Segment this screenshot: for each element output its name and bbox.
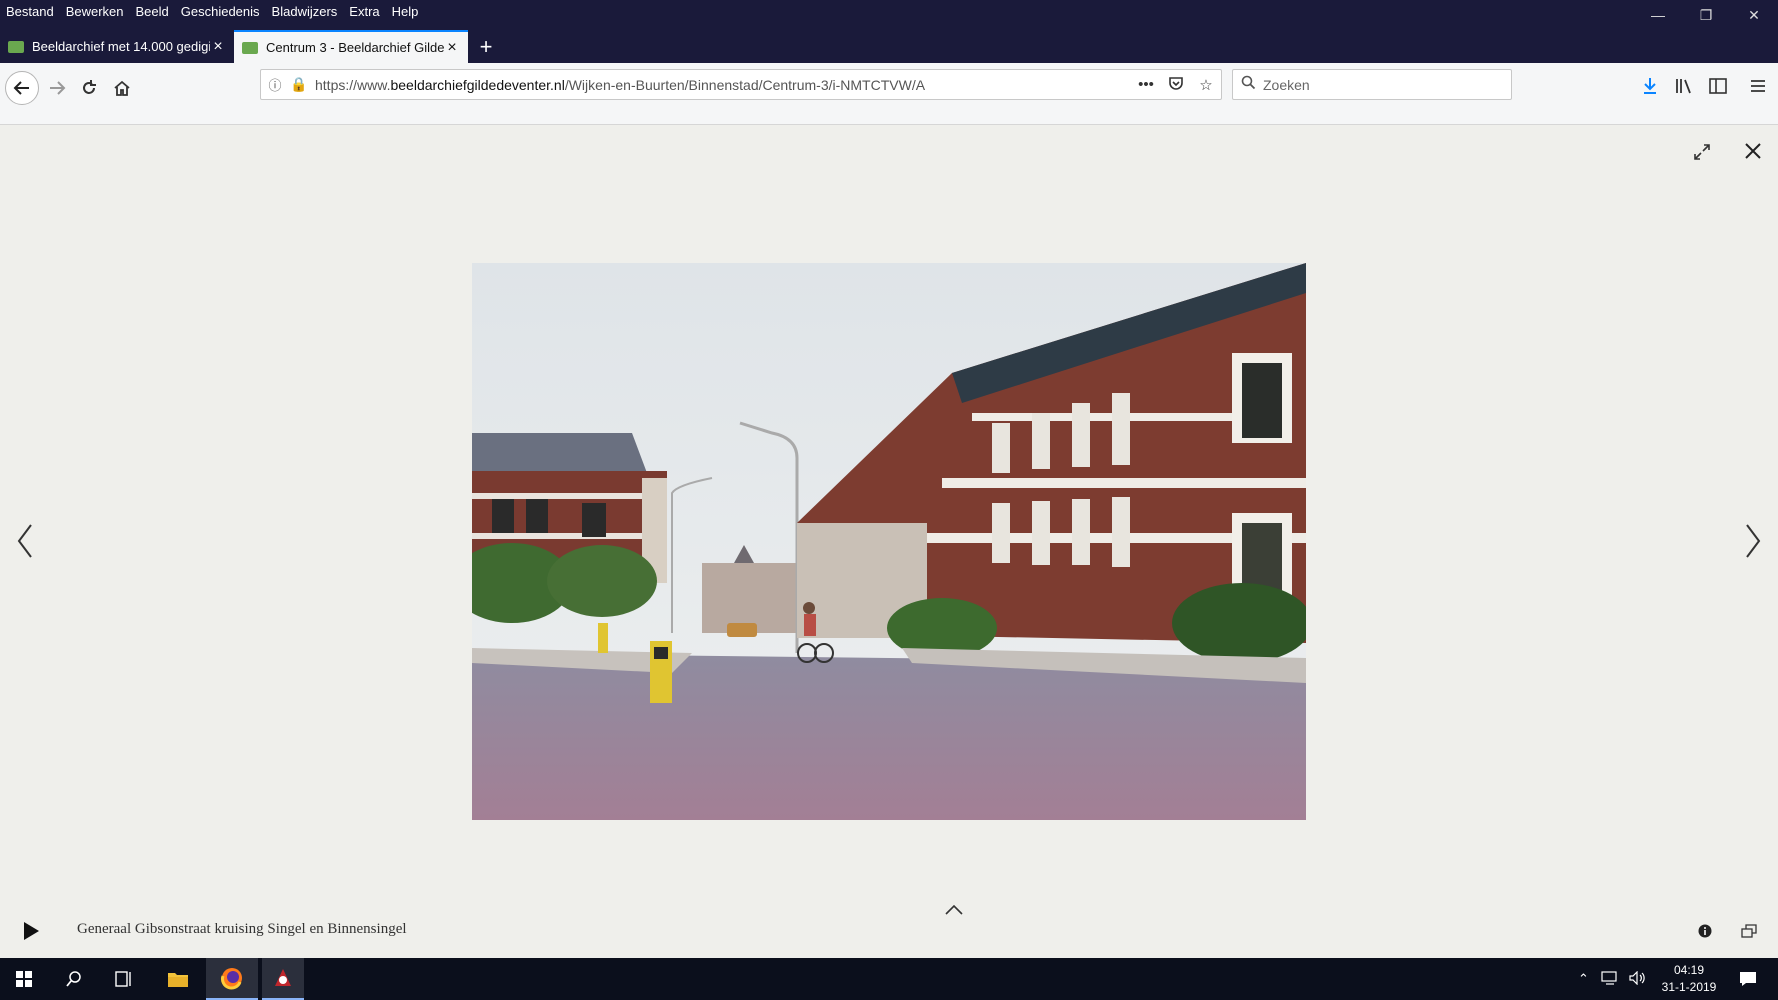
menu-extra[interactable]: Extra bbox=[349, 4, 379, 19]
search-placeholder: Zoeken bbox=[1263, 76, 1310, 93]
taskbar-search-button[interactable] bbox=[50, 958, 98, 1000]
firefox-taskbar-button[interactable] bbox=[206, 958, 258, 1000]
close-window-button[interactable]: ✕ bbox=[1730, 0, 1778, 30]
task-view-button[interactable] bbox=[100, 958, 148, 1000]
lightbox-viewer: Generaal Gibsonstraat kruising Singel en… bbox=[0, 126, 1778, 958]
downloads-icon[interactable] bbox=[1635, 71, 1665, 101]
system-tray: ⌃ bbox=[1578, 958, 1647, 1000]
menu-bar: Bestand Bewerken Beeld Geschiedenis Blad… bbox=[0, 0, 430, 22]
tab-title: Beeldarchief met 14.000 gedigi bbox=[32, 39, 210, 54]
folder-icon bbox=[168, 973, 188, 987]
forward-button[interactable] bbox=[40, 71, 74, 105]
search-icon bbox=[1233, 75, 1263, 94]
menu-help[interactable]: Help bbox=[392, 4, 419, 19]
sidebar-icon[interactable] bbox=[1703, 71, 1733, 101]
lock-icon[interactable]: 🔒 bbox=[289, 76, 309, 93]
notification-icon bbox=[1740, 972, 1756, 986]
reload-icon bbox=[83, 80, 96, 94]
app-icon bbox=[275, 969, 291, 986]
windows-logo-icon bbox=[16, 971, 32, 987]
menu-bewerken[interactable]: Bewerken bbox=[66, 4, 124, 19]
clock-time: 04:19 bbox=[1673, 963, 1705, 977]
url-path: /Wijken-en-Buurten/Binnenstad/Centrum-3/… bbox=[564, 76, 926, 93]
chevron-up-icon[interactable] bbox=[942, 902, 966, 918]
search-box[interactable]: Zoeken bbox=[1232, 69, 1512, 100]
tab-close-icon[interactable]: × bbox=[210, 38, 226, 56]
tab-centrum-3[interactable]: Centrum 3 - Beeldarchief Gilde × bbox=[234, 30, 468, 63]
file-explorer-button[interactable] bbox=[154, 958, 202, 1000]
tab-title: Centrum 3 - Beeldarchief Gilde bbox=[266, 40, 444, 55]
url-host: beeldarchiefgildedeventer.nl bbox=[390, 76, 565, 93]
tab-strip: Beeldarchief met 14.000 gedigi × Centrum… bbox=[0, 30, 504, 63]
start-button[interactable] bbox=[0, 958, 48, 1000]
window-controls: — ❐ ✕ bbox=[1634, 0, 1778, 30]
tab-beeldarchief[interactable]: Beeldarchief met 14.000 gedigi × bbox=[0, 30, 234, 63]
next-photo-icon[interactable] bbox=[1738, 516, 1768, 566]
arrow-right-icon bbox=[50, 81, 66, 95]
bookmark-star-icon[interactable]: ☆ bbox=[1191, 76, 1221, 94]
street-photo-image bbox=[472, 263, 1306, 820]
home-icon bbox=[114, 80, 130, 96]
chevron-up-icon[interactable]: ⌃ bbox=[1578, 971, 1589, 987]
new-tab-button[interactable]: + bbox=[468, 30, 504, 63]
photo-caption: Generaal Gibsonstraat kruising Singel en… bbox=[77, 921, 407, 937]
play-slideshow-icon[interactable] bbox=[18, 918, 44, 944]
browser-titlebar: Bestand Bewerken Beeld Geschiedenis Blad… bbox=[0, 0, 1778, 63]
home-button[interactable] bbox=[105, 71, 139, 105]
hamburger-menu-icon[interactable] bbox=[1743, 71, 1773, 101]
close-viewer-icon[interactable] bbox=[1738, 136, 1768, 166]
menu-bladwijzers[interactable]: Bladwijzers bbox=[272, 4, 338, 19]
back-button[interactable] bbox=[5, 71, 39, 105]
notifications-button[interactable] bbox=[1726, 958, 1770, 1000]
previous-photo-icon[interactable] bbox=[10, 516, 40, 566]
tab-close-icon[interactable]: × bbox=[444, 39, 460, 57]
street-photo bbox=[472, 263, 1306, 820]
windows-taskbar: ⌃ 04:19 31-1-2019 bbox=[0, 958, 1778, 1000]
task-view-icon bbox=[115, 971, 131, 987]
menu-geschiedenis[interactable]: Geschiedenis bbox=[181, 4, 260, 19]
fullscreen-icon[interactable] bbox=[1688, 138, 1716, 166]
url-bar[interactable]: ⓘ 🔒 https://www.beeldarchiefgildedevente… bbox=[260, 69, 1222, 100]
search-icon bbox=[66, 971, 81, 987]
clock-date: 31-1-2019 bbox=[1661, 980, 1717, 994]
menu-bestand[interactable]: Bestand bbox=[6, 4, 54, 19]
library-icon[interactable] bbox=[1669, 71, 1699, 101]
menu-beeld[interactable]: Beeld bbox=[136, 4, 169, 19]
minimize-button[interactable]: — bbox=[1634, 0, 1682, 30]
taskbar-clock[interactable]: 04:19 31-1-2019 bbox=[1644, 962, 1734, 996]
tab-favicon-icon bbox=[242, 41, 258, 54]
url-text[interactable]: https://www.beeldarchiefgildedeventer.nl… bbox=[309, 77, 1131, 93]
tab-favicon-icon bbox=[8, 40, 24, 53]
info-icon[interactable] bbox=[1694, 920, 1716, 942]
app-taskbar-button[interactable] bbox=[262, 958, 304, 1000]
reload-button[interactable] bbox=[72, 71, 106, 105]
arrow-left-icon bbox=[13, 81, 29, 95]
network-icon[interactable] bbox=[1601, 970, 1619, 988]
page-actions-icon[interactable]: ••• bbox=[1131, 76, 1161, 93]
restore-button[interactable]: ❐ bbox=[1682, 0, 1730, 30]
info-icon[interactable]: ⓘ bbox=[261, 75, 289, 94]
firefox-icon bbox=[221, 968, 242, 990]
pocket-icon[interactable] bbox=[1161, 75, 1191, 95]
share-icon[interactable] bbox=[1738, 920, 1760, 942]
navigation-bar: ⓘ 🔒 https://www.beeldarchiefgildedevente… bbox=[0, 63, 1778, 125]
url-prefix: https://www. bbox=[315, 76, 391, 93]
